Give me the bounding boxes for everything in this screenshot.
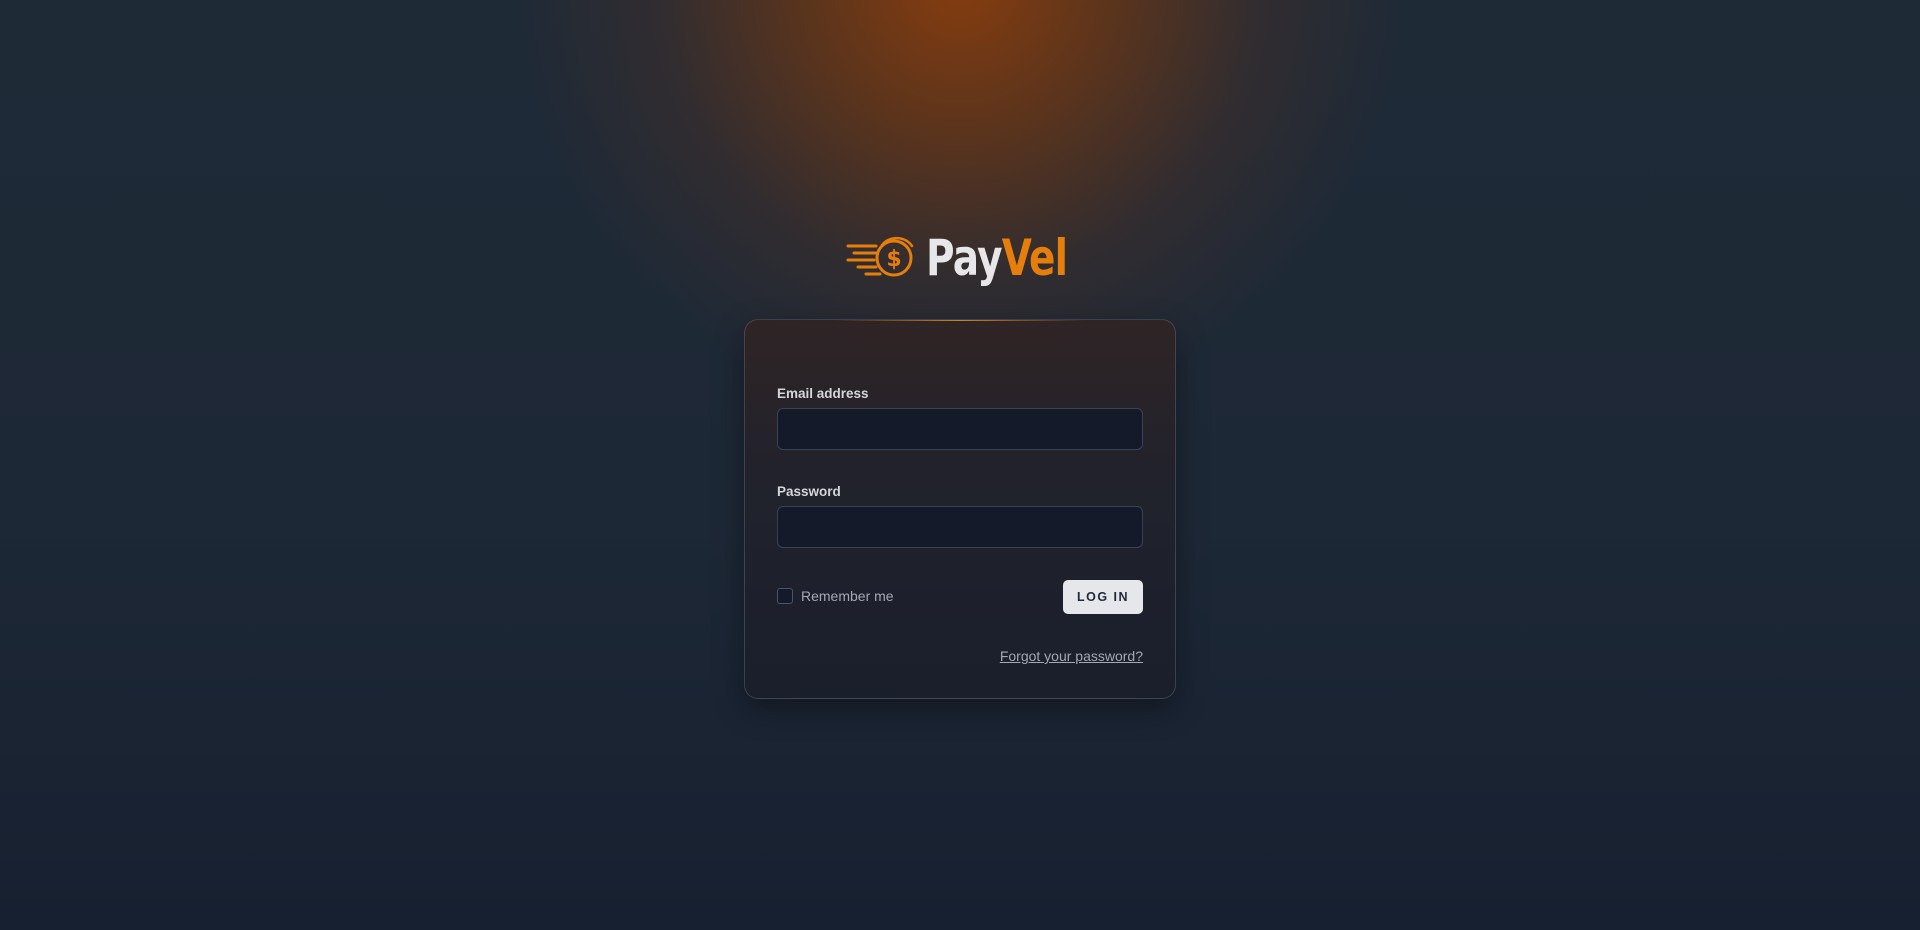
login-button[interactable]: LOG IN	[1063, 580, 1143, 614]
remember-me-label: Remember me	[801, 588, 894, 604]
card-accent-line	[835, 320, 1085, 321]
password-label: Password	[777, 484, 841, 499]
brand-name-part1: Pay	[926, 229, 1003, 287]
svg-text:$: $	[886, 247, 901, 272]
remember-me-toggle[interactable]: Remember me	[777, 588, 894, 604]
login-card: Email address Password Remember me LOG I…	[744, 319, 1176, 699]
email-label: Email address	[777, 386, 869, 401]
brand-logo: $ PayVel	[846, 228, 1076, 288]
forgot-password-link[interactable]: Forgot your password?	[1000, 648, 1143, 664]
brand-name-part2: Vel	[1001, 229, 1068, 287]
remember-me-checkbox[interactable]	[777, 588, 793, 604]
brand-wordmark: PayVel	[926, 233, 1068, 283]
password-field[interactable]	[777, 506, 1143, 548]
email-field[interactable]	[777, 408, 1143, 450]
flying-dollar-coin-icon: $	[846, 236, 918, 280]
